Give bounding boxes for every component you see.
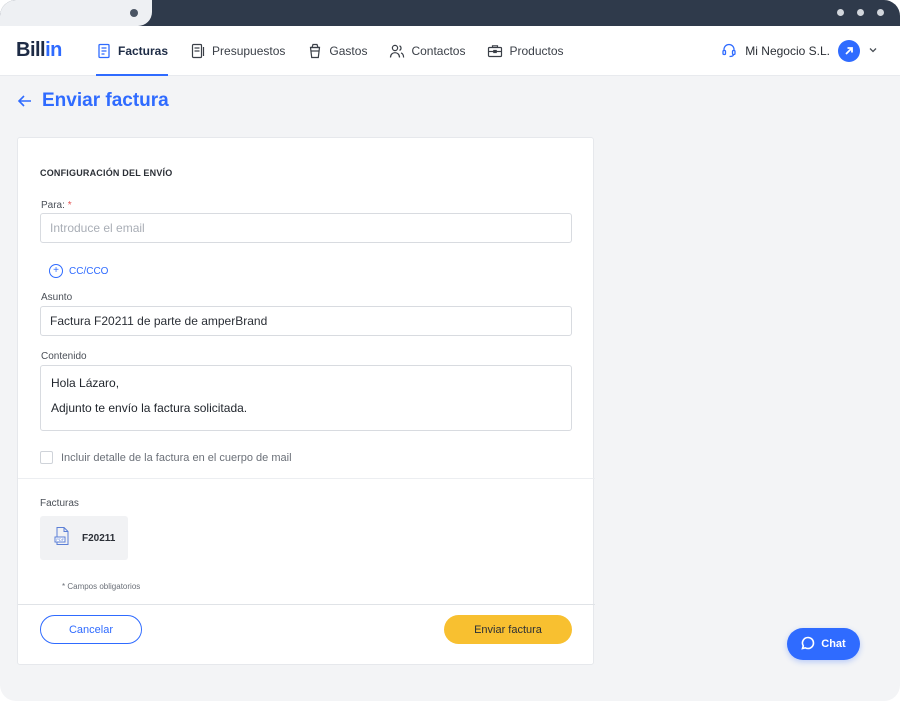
app-window: Billin Facturas Presupuestos Gastos Cont…: [0, 0, 900, 701]
include-detail-option[interactable]: Incluir detalle de la factura en el cuer…: [40, 451, 292, 464]
chat-label: Chat: [821, 638, 846, 650]
window-dot-icon[interactable]: [837, 9, 844, 16]
invoice-attachment[interactable]: PDF F20211: [40, 516, 128, 560]
window-controls: [837, 9, 884, 16]
chat-bubble-icon: [801, 636, 815, 653]
cc-cco-button[interactable]: + CC/CCO: [49, 264, 108, 278]
main-nav: Facturas Presupuestos Gastos Contactos P…: [96, 26, 586, 76]
required-fields-note: * Campos obligatorios: [62, 582, 141, 591]
section-title: CONFIGURACIÓN DEL ENVÍO: [40, 168, 173, 178]
invoice-icon: [96, 43, 112, 59]
app-logo[interactable]: Billin: [16, 39, 62, 62]
send-invoice-card: CONFIGURACIÓN DEL ENVÍO Para: * + CC/CCO…: [17, 137, 595, 665]
content-line: Hola Lázaro,: [51, 376, 120, 390]
browser-chrome: [0, 0, 900, 26]
include-detail-checkbox[interactable]: [40, 451, 53, 464]
nav-item-gastos[interactable]: Gastos: [307, 26, 389, 76]
arrow-up-right-icon: [845, 47, 853, 55]
browser-tab[interactable]: [0, 0, 152, 26]
content-editor[interactable]: Hola Lázaro, Adjunto te envío la factura…: [40, 365, 572, 431]
page-header: Enviar factura: [16, 90, 169, 112]
required-mark: *: [67, 200, 72, 211]
plus-circle-icon: +: [49, 264, 63, 278]
pdf-file-icon: PDF: [54, 526, 70, 551]
email-field[interactable]: [40, 213, 572, 243]
content-label: Contenido: [41, 351, 87, 362]
invoices-label: Facturas: [40, 498, 79, 509]
nav-item-presupuestos[interactable]: Presupuestos: [190, 26, 307, 76]
account-menu[interactable]: Mi Negocio S.L.: [721, 26, 878, 76]
nav-item-productos[interactable]: Productos: [487, 26, 585, 76]
avatar[interactable]: [838, 40, 860, 62]
cc-cco-label: CC/CCO: [69, 265, 109, 277]
cup-icon: [307, 43, 323, 59]
nav-item-contactos[interactable]: Contactos: [389, 26, 487, 76]
window-dot-icon[interactable]: [857, 9, 864, 16]
page-title: Enviar factura: [42, 90, 169, 111]
logo-accent: in: [45, 39, 62, 61]
arrow-left-icon[interactable]: [16, 92, 34, 110]
window-dot-icon[interactable]: [877, 9, 884, 16]
svg-text:PDF: PDF: [56, 537, 65, 542]
content-line: Adjunto te envío la factura solicitada.: [51, 401, 248, 415]
to-label: Para: *: [41, 200, 72, 211]
subject-field[interactable]: [40, 306, 572, 336]
to-label-text: Para:: [41, 200, 65, 211]
nav-label: Presupuestos: [212, 44, 286, 58]
nav-item-facturas[interactable]: Facturas: [96, 26, 190, 76]
headset-icon[interactable]: [721, 42, 737, 61]
nav-label: Contactos: [411, 44, 466, 58]
subject-label: Asunto: [41, 292, 73, 303]
chat-button[interactable]: Chat: [787, 628, 860, 660]
invoice-file-name: F20211: [82, 532, 116, 544]
nav-label: Productos: [509, 44, 564, 58]
contacts-icon: [389, 43, 405, 59]
top-navigation: Billin Facturas Presupuestos Gastos Cont…: [0, 26, 900, 76]
include-detail-label: Incluir detalle de la factura en el cuer…: [61, 451, 292, 464]
quote-icon: [190, 43, 206, 59]
chevron-down-icon[interactable]: [868, 44, 878, 58]
cancel-button[interactable]: Cancelar: [40, 615, 142, 644]
divider: [18, 478, 595, 479]
nav-label: Facturas: [118, 44, 169, 58]
tab-indicator-icon: [130, 9, 138, 17]
send-invoice-button[interactable]: Enviar factura: [444, 615, 572, 644]
divider: [18, 604, 595, 605]
logo-text: Bill: [16, 39, 46, 61]
account-name: Mi Negocio S.L.: [745, 44, 830, 58]
nav-label: Gastos: [329, 44, 368, 58]
briefcase-icon: [487, 43, 503, 59]
